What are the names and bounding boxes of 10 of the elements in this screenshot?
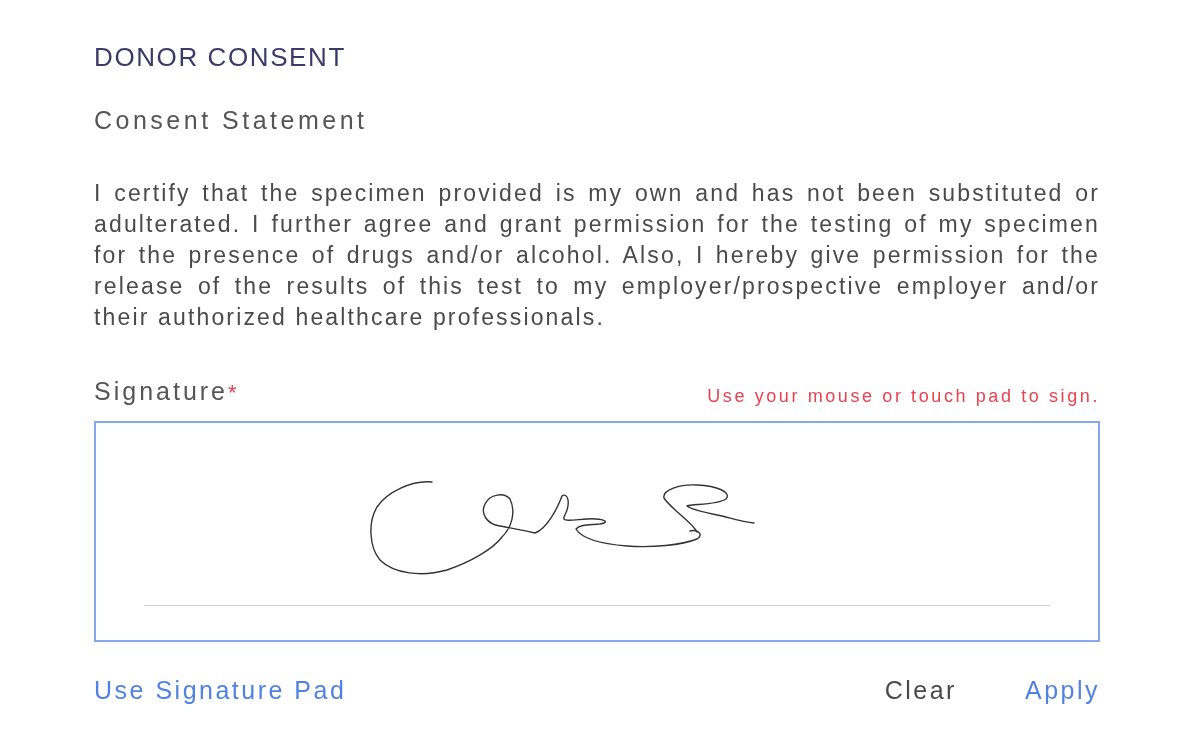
link-button[interactable]: Apply: [1024, 674, 1100, 707]
statement-heading: Consent Statement: [94, 105, 368, 136]
link-button[interactable]: Use Signature Pad: [94, 674, 347, 707]
signature-label: Signature: [94, 376, 229, 407]
text-button[interactable]: Clear: [884, 674, 957, 707]
consent-statement: I certify that the specimen provided is my own and has not been substituted or adulterated. I further agree and grant permission for the testing of my specimen for the presence of drugs and/or alcohol. Also, I hereby give permission for the release of the results of this test to my employer/prospective employer and/or their authorized healthcare professionals.: [94, 179, 1100, 332]
required-mark: *: [228, 379, 237, 407]
section-title: DONOR CONSENT: [94, 41, 346, 74]
signature-hint: Use your mouse or touch pad to sign.: [707, 385, 1100, 408]
signature-pad[interactable]: [94, 421, 1100, 642]
